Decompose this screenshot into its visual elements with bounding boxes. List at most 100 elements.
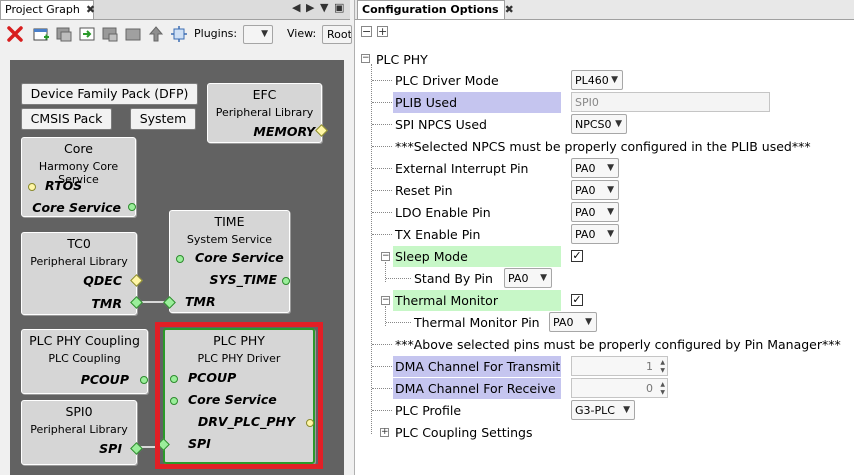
dma-transmit-spinner[interactable]: 1 ▲ ▼ <box>571 356 668 376</box>
config-row-pins-note: ***Above selected pins must be properly … <box>355 334 854 354</box>
plugins-label: Plugins: <box>194 27 238 40</box>
config-row-stand-by-pin: Stand By Pin PA0 ▼ <box>355 268 854 288</box>
graph-toolbar: Plugins: ▼ View: Root <box>0 21 352 47</box>
efc-memory-port: MEMORY <box>253 124 315 139</box>
time-subtitle: System Service <box>186 233 273 246</box>
spin-up-icon[interactable]: ▲ <box>660 359 665 366</box>
spin-up-icon[interactable]: ▲ <box>660 381 665 388</box>
tree-branch <box>372 190 392 191</box>
spin-down-icon[interactable]: ▼ <box>660 389 665 396</box>
plugins-dropdown[interactable]: ▼ <box>243 25 273 44</box>
tab-project-graph[interactable]: Project Graph ✖ <box>0 0 95 19</box>
tree-branch <box>386 322 411 323</box>
tc0-qdec-port: QDEC <box>83 273 122 288</box>
delete-icon[interactable] <box>6 25 24 43</box>
component-icon[interactable] <box>124 25 142 43</box>
cmsis-pack-node[interactable]: CMSIS Pack <box>21 108 112 130</box>
move-icon[interactable] <box>101 25 119 43</box>
cmsis-pack-label: CMSIS Pack <box>30 111 103 126</box>
time-core-service-dot-icon[interactable] <box>176 255 184 263</box>
collapse-all-button[interactable]: − <box>361 26 372 37</box>
dma-receive-spinner[interactable]: 0 ▲ ▼ <box>571 378 668 398</box>
spi-npcs-dropdown[interactable]: NPCS0 ▼ <box>571 114 627 134</box>
view-dropdown[interactable]: Root <box>322 25 352 44</box>
up-arrow-icon[interactable] <box>147 25 165 43</box>
plib-used-label: PLIB Used <box>395 95 458 110</box>
spi0-node[interactable]: SPI0 Peripheral Library SPI <box>21 400 143 465</box>
new-group-icon[interactable] <box>32 25 50 43</box>
efc-title: EFC <box>252 87 277 102</box>
efc-node[interactable]: EFC Peripheral Library MEMORY <box>207 83 328 143</box>
collapse-icon[interactable]: − <box>381 252 390 261</box>
sleep-mode-checkbox[interactable]: ✓ <box>571 250 583 262</box>
import-icon[interactable] <box>78 25 96 43</box>
time-node[interactable]: TIME System Service Core Service SYS_TIM… <box>163 210 290 313</box>
chevron-down-icon: ▼ <box>585 317 592 327</box>
tab-left-arrow-icon[interactable]: ◀ <box>292 1 300 14</box>
expand-icon[interactable]: + <box>380 428 389 437</box>
config-row-plc-profile: PLC Profile G3-PLC ▼ <box>355 400 854 420</box>
ldo-enable-pin-dropdown[interactable]: PA0 ▼ <box>571 202 619 222</box>
ldo-enable-pin-value: PA0 <box>575 206 596 219</box>
stand-by-pin-label: Stand By Pin <box>414 271 493 286</box>
tree-branch <box>372 80 392 81</box>
config-row-external-interrupt-pin: External Interrupt Pin PA0 ▼ <box>355 158 854 178</box>
tc0-subtitle: Peripheral Library <box>30 255 128 268</box>
right-tab-bar: Configuration Options ✖ <box>355 0 854 20</box>
tab-configuration-options-label: Configuration Options <box>362 3 499 16</box>
chevron-down-icon: ▼ <box>607 163 614 173</box>
tab-project-graph-label: Project Graph <box>5 3 80 16</box>
stand-by-pin-dropdown[interactable]: PA0 ▼ <box>504 268 552 288</box>
system-node[interactable]: System <box>130 108 196 130</box>
core-service-dot-icon[interactable] <box>128 203 136 211</box>
core-title: Core <box>64 141 93 156</box>
config-row-plc-coupling-settings[interactable]: + PLC Coupling Settings <box>355 422 854 442</box>
collapse-icon[interactable]: − <box>381 296 390 305</box>
plc-profile-dropdown[interactable]: G3-PLC ▼ <box>571 400 635 420</box>
config-row-thermal-monitor-pin: Thermal Monitor Pin PA0 ▼ <box>355 312 854 332</box>
external-interrupt-pin-dropdown[interactable]: PA0 ▼ <box>571 158 619 178</box>
tree-root-plc-phy[interactable]: − PLC PHY <box>355 49 854 69</box>
plc-coupling-settings-label: PLC Coupling Settings <box>395 425 533 440</box>
tab-right-arrow-icon[interactable]: ▶ <box>306 1 314 14</box>
tab-maximize-icon[interactable]: ▣ <box>334 1 344 14</box>
tab-menu-icon[interactable]: ▼ <box>320 1 328 14</box>
core-node[interactable]: Core Harmony Core Service RTOS Core Serv… <box>21 137 136 217</box>
config-row-sleep-mode: − Sleep Mode ✓ <box>355 246 854 267</box>
tree-branch <box>372 102 392 103</box>
chevron-down-icon: ▼ <box>611 75 618 85</box>
tx-enable-pin-dropdown[interactable]: PA0 ▼ <box>571 224 619 244</box>
thermal-monitor-checkbox[interactable]: ✓ <box>571 294 583 306</box>
add-component-icon[interactable] <box>55 25 73 43</box>
spi-npcs-used-label: SPI NPCS Used <box>395 117 487 132</box>
dfp-node[interactable]: Device Family Pack (DFP) <box>21 83 198 105</box>
plc-phy-coupling-title: PLC PHY Coupling <box>29 333 140 348</box>
plib-used-field[interactable]: SPI0 <box>571 92 770 112</box>
tree-branch <box>372 124 392 125</box>
spi0-spi-port: SPI <box>99 441 122 456</box>
reset-pin-dropdown[interactable]: PA0 ▼ <box>571 180 619 200</box>
fit-view-icon[interactable] <box>170 25 188 43</box>
thermal-monitor-pin-dropdown[interactable]: PA0 ▼ <box>549 312 597 332</box>
view-value: Root <box>327 28 352 41</box>
configuration-options-pane: Configuration Options ✖ − + − PLC PHY PLC… <box>354 0 854 475</box>
spin-down-icon[interactable]: ▼ <box>660 367 665 374</box>
sys-time-dot-icon[interactable] <box>282 277 290 285</box>
tc0-tmr-port: TMR <box>91 296 122 311</box>
chevron-down-icon: ▼ <box>607 207 614 217</box>
pcoup-out-dot-icon[interactable] <box>140 376 148 384</box>
time-tmr-port: TMR <box>185 294 216 309</box>
time-core-service-port: Core Service <box>195 250 284 265</box>
plc-phy-coupling-node[interactable]: PLC PHY Coupling PLC Coupling PCOUP <box>21 329 148 394</box>
collapse-icon[interactable]: − <box>361 54 370 63</box>
plc-driver-mode-value: PL460 <box>575 74 609 87</box>
expand-all-button[interactable]: + <box>377 26 388 37</box>
dma-transmit-label: DMA Channel For Transmit <box>395 359 561 374</box>
tc0-node[interactable]: TC0 Peripheral Library QDEC TMR <box>21 232 143 315</box>
plc-driver-mode-dropdown[interactable]: PL460 ▼ <box>571 70 623 90</box>
rtos-port-dot-icon[interactable] <box>28 183 36 191</box>
tab-close-icon[interactable]: ✖ <box>505 3 514 16</box>
dma-receive-label: DMA Channel For Receive <box>395 381 556 396</box>
tab-close-icon[interactable]: ✖ <box>86 3 95 16</box>
tab-configuration-options[interactable]: Configuration Options ✖ <box>357 0 514 19</box>
